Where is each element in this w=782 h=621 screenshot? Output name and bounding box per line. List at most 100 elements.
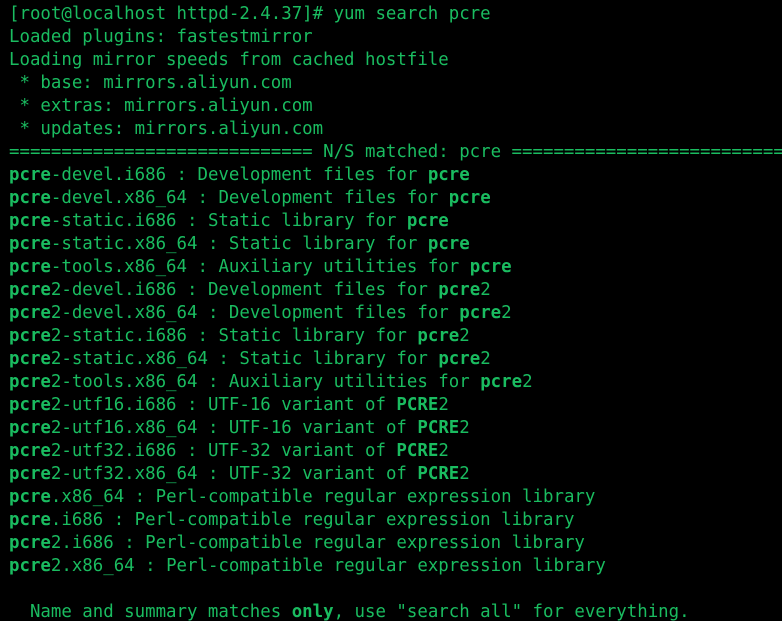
- package-name-match: pcre: [9, 395, 51, 415]
- footer-text-tail: , use "search all" for everything.: [333, 602, 690, 621]
- search-result-line: pcre2.x86_64 : Perl-compatible regular e…: [9, 555, 782, 578]
- summary-tail: 2: [480, 280, 491, 300]
- summary-tail: 2: [459, 418, 470, 438]
- package-summary: Development files for: [207, 280, 439, 300]
- package-name-match: pcre: [9, 326, 51, 346]
- package-name-rest: -static.i686: [50, 211, 177, 231]
- result-separator: :: [124, 487, 156, 507]
- result-separator: :: [176, 280, 208, 300]
- summary-match: PCRE: [417, 418, 460, 438]
- package-name-rest: 2-devel.i686: [50, 280, 177, 300]
- search-result-line: pcre2.i686 : Perl-compatible regular exp…: [9, 532, 782, 555]
- package-summary: Auxiliary utilities for: [218, 257, 470, 277]
- package-name-rest: 2-devel.x86_64: [50, 303, 198, 323]
- package-summary: Perl-compatible regular expression libra…: [134, 510, 575, 530]
- package-name-match: pcre: [9, 441, 51, 461]
- summary-match: pcre: [417, 326, 460, 346]
- result-separator: :: [134, 556, 167, 576]
- search-result-line: pcre2-static.x86_64 : Static library for…: [9, 348, 782, 371]
- package-name-rest: 2-utf32.x86_64: [50, 464, 198, 484]
- result-separator: :: [197, 464, 229, 484]
- package-summary: Development files for: [218, 188, 449, 208]
- summary-match: PCRE: [417, 464, 460, 484]
- package-name-match: pcre: [9, 349, 51, 369]
- result-separator: :: [103, 510, 135, 530]
- output-line: * updates: mirrors.aliyun.com: [9, 119, 324, 139]
- summary-tail: 2: [438, 441, 449, 461]
- package-name-rest: 2.i686: [50, 533, 114, 553]
- package-summary: Development files for: [197, 165, 428, 185]
- package-name-match: pcre: [9, 188, 51, 208]
- result-separator: :: [187, 326, 219, 346]
- summary-match: pcre: [427, 234, 470, 254]
- summary-match: PCRE: [396, 395, 439, 415]
- package-name-rest: 2-tools.x86_64: [50, 372, 198, 392]
- summary-match: pcre: [448, 188, 491, 208]
- search-result-line: pcre.i686 : Perl-compatible regular expr…: [9, 509, 782, 532]
- search-result-line: pcre2-tools.x86_64 : Auxiliary utilities…: [9, 371, 782, 394]
- result-separator: :: [197, 303, 229, 323]
- package-summary: Development files for: [228, 303, 460, 323]
- package-name-rest: 2-utf16.x86_64: [50, 418, 198, 438]
- summary-match: PCRE: [396, 441, 439, 461]
- result-separator: :: [176, 395, 208, 415]
- package-name-match: pcre: [9, 234, 51, 254]
- summary-match: pcre: [438, 349, 481, 369]
- result-separator: :: [197, 418, 229, 438]
- search-result-line: pcre2-devel.i686 : Development files for…: [9, 279, 782, 302]
- result-separator: :: [187, 257, 219, 277]
- package-summary: Static library for: [207, 211, 407, 231]
- package-name-match: pcre: [9, 556, 51, 576]
- package-summary: Static library for: [239, 349, 439, 369]
- terminal-window[interactable]: [root@localhost httpd-2.4.37]# yum searc…: [0, 0, 782, 621]
- result-separator: :: [176, 211, 208, 231]
- result-separator: :: [197, 234, 229, 254]
- result-separator: :: [207, 349, 240, 369]
- footer-text: Name and summary matches: [9, 602, 292, 621]
- package-name-rest: 2-utf32.i686: [50, 441, 177, 461]
- package-summary: Static library for: [218, 326, 418, 346]
- package-name-match: pcre: [9, 257, 51, 277]
- search-result-line: pcre2-utf16.i686 : UTF-16 variant of PCR…: [9, 394, 782, 417]
- package-name-rest: -tools.x86_64: [50, 257, 188, 277]
- summary-tail: 2: [459, 326, 470, 346]
- summary-tail: 2: [438, 395, 449, 415]
- package-summary: UTF-16 variant of: [228, 418, 418, 438]
- package-name-match: pcre: [9, 487, 51, 507]
- search-result-line: pcre2-utf32.i686 : UTF-32 variant of PCR…: [9, 440, 782, 463]
- search-result-line: pcre2-utf16.x86_64 : UTF-16 variant of P…: [9, 417, 782, 440]
- package-summary: UTF-32 variant of: [207, 441, 397, 461]
- footer-hint-line: Name and summary matches only, use "sear…: [9, 601, 782, 621]
- output-line: Loading mirror speeds from cached hostfi…: [9, 50, 449, 70]
- summary-match: pcre: [427, 165, 470, 185]
- search-result-line: pcre-devel.i686 : Development files for …: [9, 164, 782, 187]
- summary-match: pcre: [469, 257, 512, 277]
- package-name-rest: .i686: [50, 510, 104, 530]
- package-name-rest: 2.x86_64: [50, 556, 135, 576]
- package-name-match: pcre: [9, 372, 51, 392]
- package-name-match: pcre: [9, 303, 51, 323]
- search-result-line: pcre2-utf32.x86_64 : UTF-32 variant of P…: [9, 463, 782, 486]
- package-summary: Auxiliary utilities for: [228, 372, 481, 392]
- package-name-rest: -static.x86_64: [50, 234, 198, 254]
- result-separator: :: [166, 165, 198, 185]
- package-summary: Perl-compatible regular expression libra…: [145, 533, 585, 553]
- package-name-rest: 2-static.x86_64: [50, 349, 208, 369]
- search-result-line: pcre-static.x86_64 : Static library for …: [9, 233, 782, 256]
- footer-emphasis: only: [291, 602, 334, 621]
- output-line: * base: mirrors.aliyun.com: [9, 73, 292, 93]
- package-name-match: pcre: [9, 510, 51, 530]
- search-result-line: pcre-tools.x86_64 : Auxiliary utilities …: [9, 256, 782, 279]
- search-result-line: pcre2-static.i686 : Static library for p…: [9, 325, 782, 348]
- package-name-match: pcre: [9, 211, 51, 231]
- package-name-rest: 2-static.i686: [50, 326, 188, 346]
- package-summary: Perl-compatible regular expression libra…: [166, 556, 606, 576]
- summary-tail: 2: [459, 464, 470, 484]
- output-line: Loaded plugins: fastestmirror: [9, 27, 313, 47]
- package-name-rest: -devel.x86_64: [50, 188, 188, 208]
- summary-match: pcre: [459, 303, 502, 323]
- output-line: * extras: mirrors.aliyun.com: [9, 96, 313, 116]
- search-result-line: pcre.x86_64 : Perl-compatible regular ex…: [9, 486, 782, 509]
- search-result-line: pcre-static.i686 : Static library for pc…: [9, 210, 782, 233]
